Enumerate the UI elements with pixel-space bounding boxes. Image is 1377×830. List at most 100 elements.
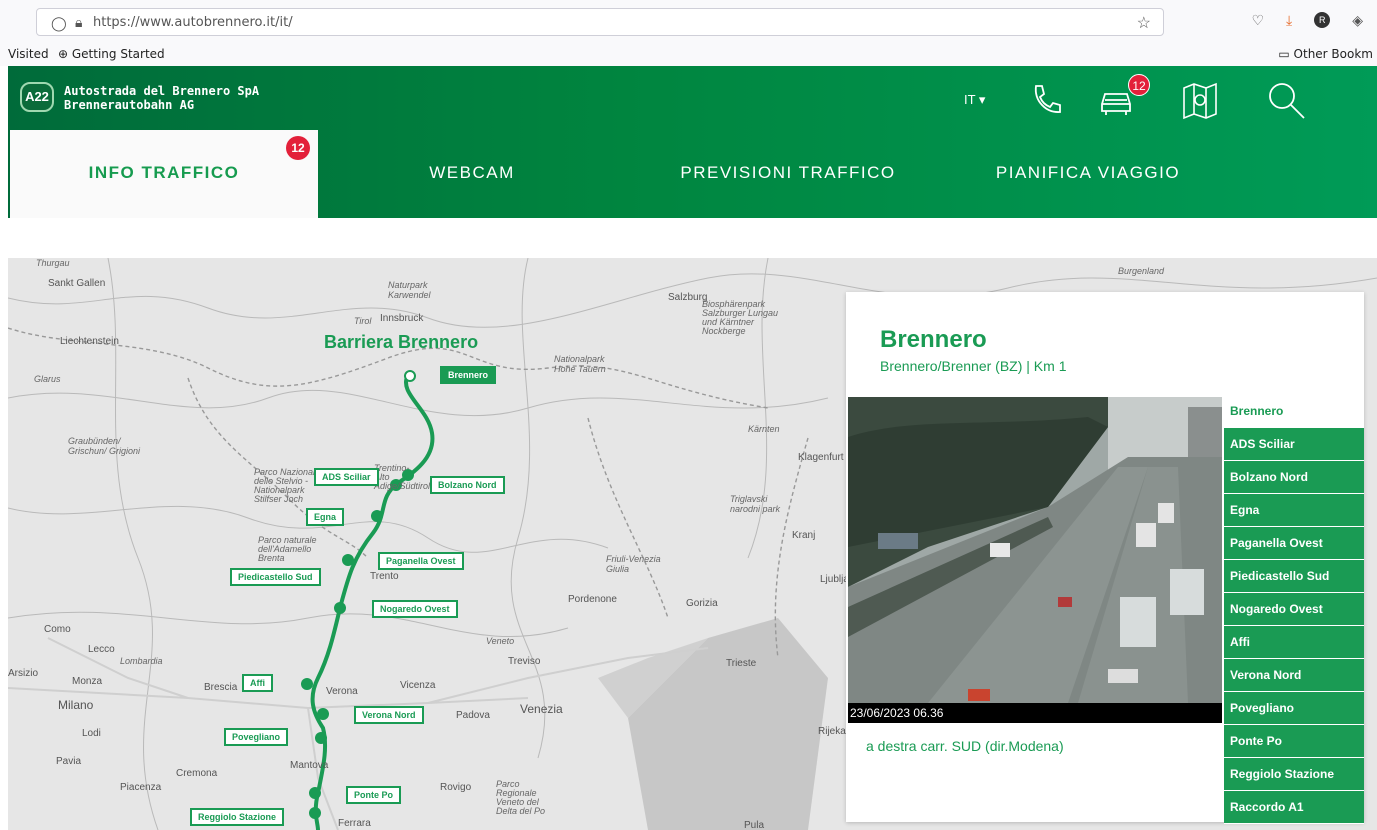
stop-povegliano[interactable]: Povegliano bbox=[224, 728, 289, 746]
map-place: Nationalpark Hohe Tauern bbox=[554, 354, 606, 374]
map-place: Rijeka bbox=[818, 726, 846, 737]
map-place: Rovigo bbox=[440, 782, 472, 793]
webcam-image[interactable]: 23/06/2023 06.36 bbox=[848, 397, 1222, 723]
folder-icon: ▭ bbox=[1278, 47, 1294, 61]
url-text[interactable]: https://www.autobrennero.it/it/ bbox=[93, 15, 293, 30]
stop-piedicastello-sud[interactable]: Piedicastello Sud bbox=[230, 568, 321, 586]
pocket-icon[interactable]: ♡ bbox=[1251, 12, 1264, 29]
map-place: Venezia bbox=[520, 702, 563, 716]
map-place: Kranj bbox=[792, 530, 816, 541]
map-place: Triglavski narodni park bbox=[730, 494, 781, 514]
lock-icon[interactable]: 🔒︎ bbox=[75, 14, 82, 31]
webcam-item[interactable]: Povegliano bbox=[1224, 692, 1364, 725]
webcam-title: Brennero bbox=[880, 326, 987, 353]
download-icon[interactable]: ⤓ bbox=[1286, 12, 1292, 29]
map-place: Pordenone bbox=[568, 594, 617, 605]
bookmark-star-icon[interactable]: ☆ bbox=[1137, 13, 1151, 33]
map-info-icon[interactable] bbox=[1178, 78, 1222, 122]
company-name[interactable]: Autostrada del Brennero SpA Brennerautob… bbox=[64, 84, 259, 112]
webcam-caption: a destra carr. SUD (dir.Modena) bbox=[866, 738, 1064, 754]
company-line-1: Autostrada del Brennero SpA bbox=[64, 84, 260, 98]
company-line-2: Brennerautobahn AG bbox=[64, 98, 195, 112]
bookmark-getting-started[interactable]: ⊕ Getting Started bbox=[58, 47, 165, 61]
stop-egna[interactable]: Egna bbox=[306, 508, 345, 526]
map-place: Friuli-Venezia Giulia bbox=[606, 554, 661, 574]
shield-icon[interactable]: ◯ bbox=[51, 15, 67, 32]
stop-reggiolo-stazione[interactable]: Reggiolo Stazione bbox=[190, 808, 285, 826]
webcam-item[interactable]: Brennero bbox=[1224, 395, 1364, 428]
profile-icon[interactable]: R bbox=[1314, 12, 1331, 28]
webcam-timestamp: 23/06/2023 06.36 bbox=[848, 703, 1222, 723]
stop-bolzano-nord[interactable]: Bolzano Nord bbox=[430, 476, 505, 494]
map-place: Gorizia bbox=[686, 598, 718, 609]
stop-ads-sciliar[interactable]: ADS Sciliar bbox=[314, 468, 379, 486]
site-header: A22 Autostrada del Brennero SpA Brennera… bbox=[8, 66, 1377, 218]
map-place: Trento bbox=[370, 571, 399, 582]
tab-previsioni-traffico[interactable]: PREVISIONI TRAFFICO bbox=[628, 130, 948, 218]
webcam-panel: Brennero Brennero/Brenner (BZ) | Km 1 23… bbox=[846, 292, 1364, 824]
language-selector[interactable]: IT ▾ bbox=[964, 92, 985, 108]
map-place: Lecco bbox=[88, 644, 115, 655]
stop-nogaredo-ovest[interactable]: Nogaredo Ovest bbox=[372, 600, 458, 618]
map-place: Graubünden/ Grischun/ Grigioni bbox=[68, 436, 141, 456]
a22-logo[interactable]: A22 bbox=[20, 82, 54, 112]
stop-ponte-po[interactable]: Ponte Po bbox=[346, 786, 402, 804]
webcam-item[interactable]: Verona Nord bbox=[1224, 659, 1364, 692]
webcam-list: Brennero ADS Sciliar Bolzano Nord Egna P… bbox=[1224, 395, 1364, 824]
stop-brennero[interactable]: Brennero bbox=[440, 366, 497, 384]
webcam-item[interactable]: Bolzano Nord bbox=[1224, 461, 1364, 494]
map-place: Parco naturale dell'Adamello Brenta bbox=[258, 535, 317, 563]
map-place: Klagenfurt bbox=[798, 452, 844, 463]
bookmark-other[interactable]: ▭ Other Bookm bbox=[1278, 47, 1373, 61]
tab-webcam[interactable]: WEBCAM bbox=[368, 130, 576, 218]
bookmark-label: Other Bookm bbox=[1293, 47, 1373, 61]
map-title: Barriera Brennero bbox=[324, 332, 479, 352]
webcam-item[interactable]: Paganella Ovest bbox=[1224, 527, 1364, 560]
map-place: Parco Regionale Veneto del Delta del Po bbox=[496, 779, 546, 816]
phone-icon[interactable] bbox=[1024, 78, 1068, 122]
map-place: Biosphärenpark Salzburger Lungau und Kär… bbox=[702, 299, 779, 336]
bookmarks-bar: Visited ⊕ Getting Started ▭ Other Bookm bbox=[0, 42, 1377, 66]
tab-label: INFO TRAFFICO bbox=[88, 163, 240, 182]
webcam-item[interactable]: Ponte Po bbox=[1224, 725, 1364, 758]
map-place: Kärnten bbox=[748, 424, 780, 434]
main-nav: INFO TRAFFICO 12 WEBCAM PREVISIONI TRAFF… bbox=[8, 130, 1377, 218]
url-bar[interactable]: ◯ 🔒︎ https://www.autobrennero.it/it/ ☆ bbox=[36, 8, 1164, 36]
map-place: Veneto bbox=[486, 636, 515, 646]
stop-verona-nord[interactable]: Verona Nord bbox=[354, 706, 424, 724]
map-place: Naturpark Karwendel bbox=[388, 280, 431, 300]
map-place: Pavia bbox=[56, 756, 82, 767]
bookmark-label: Getting Started bbox=[71, 47, 165, 61]
map-place: Trentino-Alto Adige/Südtirol bbox=[374, 463, 431, 491]
stop-affi[interactable]: Affi bbox=[242, 674, 273, 692]
map-place: Como bbox=[44, 624, 71, 635]
map-place: Thurgau bbox=[36, 258, 70, 268]
tab-info-traffico[interactable]: INFO TRAFFICO 12 bbox=[10, 130, 318, 218]
webcam-item[interactable]: Reggiolo Stazione bbox=[1224, 758, 1364, 791]
map-place: Cremona bbox=[176, 768, 218, 779]
webcam-item[interactable]: Nogaredo Ovest bbox=[1224, 593, 1364, 626]
map-place: Parco Nazionale dello Stelvio - National… bbox=[254, 467, 321, 504]
webcam-scene bbox=[848, 397, 1222, 723]
map-place: Tirol bbox=[354, 316, 372, 326]
map-place: Lodi bbox=[82, 728, 101, 739]
map-place: Trieste bbox=[726, 658, 757, 669]
tab-pianifica-viaggio[interactable]: PIANIFICA VIAGGIO bbox=[968, 130, 1208, 218]
map-place: Glarus bbox=[34, 374, 61, 384]
map-place: Padova bbox=[456, 710, 490, 721]
map-place: Treviso bbox=[508, 656, 541, 667]
map-place: Pula bbox=[744, 820, 765, 830]
stop-paganella-ovest[interactable]: Paganella Ovest bbox=[378, 552, 464, 570]
map-place: Piacenza bbox=[120, 782, 162, 793]
map-place: Sankt Gallen bbox=[48, 278, 106, 289]
search-icon[interactable] bbox=[1264, 78, 1308, 122]
map-place: Vicenza bbox=[400, 680, 436, 691]
webcam-item[interactable]: ADS Sciliar bbox=[1224, 428, 1364, 461]
webcam-item[interactable]: Affi bbox=[1224, 626, 1364, 659]
extensions-icon[interactable]: ◈ bbox=[1352, 12, 1363, 29]
bookmark-visited[interactable]: Visited bbox=[8, 47, 49, 61]
webcam-item[interactable]: Raccordo A1 bbox=[1224, 791, 1364, 824]
traffic-alert-badge: 12 bbox=[1128, 74, 1150, 96]
webcam-item[interactable]: Egna bbox=[1224, 494, 1364, 527]
webcam-item[interactable]: Piedicastello Sud bbox=[1224, 560, 1364, 593]
